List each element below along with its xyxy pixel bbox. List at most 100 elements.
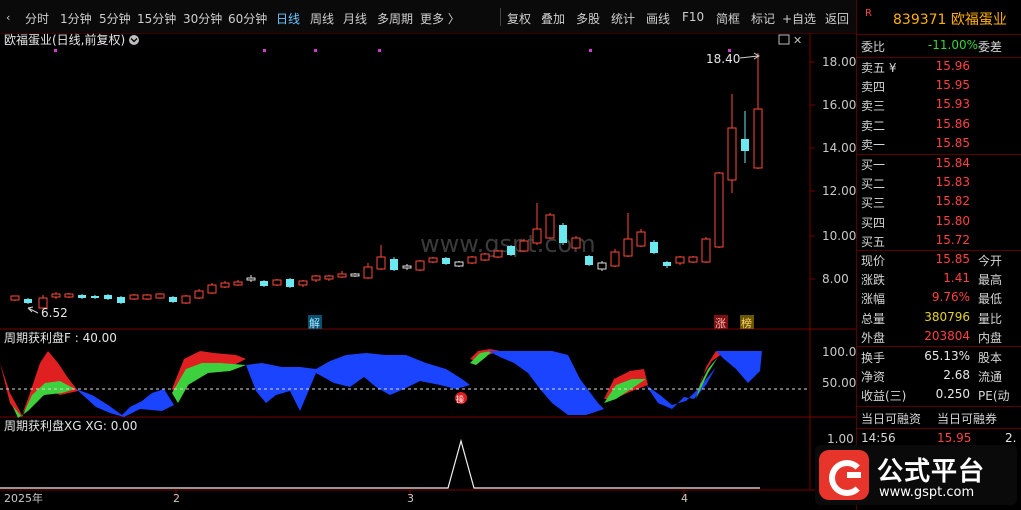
stat-label: 总量 — [861, 311, 886, 326]
quote-panel: R 839371 欧福蛋业 委比 -11.00% 委差 卖五 ¥ 15.96 卖四 1… — [856, 0, 1021, 510]
maximize-pane-icon[interactable] — [778, 34, 790, 45]
close-pane-icon[interactable]: ✕ — [793, 34, 802, 47]
bid-row: 买四 15.80 — [857, 214, 1021, 233]
ask-label: 卖五 ¥ — [861, 61, 897, 75]
bid-label: 买五 — [861, 234, 886, 249]
stat2-row: 换手 65.13% 股本 — [857, 349, 1021, 368]
candle-body — [636, 231, 646, 247]
stat-right-label: 今开 — [978, 254, 1003, 268]
bid-row: 买三 15.82 — [857, 194, 1021, 213]
logo-url: www.gspt.com — [879, 485, 975, 500]
tab-fenshi[interactable]: 分时 — [25, 10, 49, 27]
price-tick: 16.00 — [822, 98, 856, 112]
stat-label: 涨幅 — [861, 292, 886, 307]
stat2-right-label: PE(动 — [978, 389, 1010, 404]
ind2-tick: 1.00 — [827, 432, 854, 446]
tab-30min[interactable]: 30分钟 — [183, 10, 222, 27]
f10-button[interactable]: F10 — [682, 10, 704, 24]
candle-body — [246, 277, 256, 281]
candle-body — [675, 256, 685, 264]
candlesticks — [10, 53, 763, 309]
bid-row: 买五 15.72 — [857, 233, 1021, 252]
candle-body — [532, 228, 542, 244]
indicator-area — [0, 351, 78, 417]
period-toolbar: ‹ 分时 1分钟 5分钟 15分钟 30分钟 60分钟 日线 周线 月线 多周期… — [0, 0, 856, 34]
stat-row: 外盘 203804 内盘 — [857, 329, 1021, 348]
stat2-label: 收益(三) — [861, 389, 907, 404]
bid-value: 15.72 — [935, 232, 970, 247]
tab-5min[interactable]: 5分钟 — [99, 10, 131, 27]
back-button[interactable]: 返回 — [825, 10, 849, 27]
tab-60min[interactable]: 60分钟 — [228, 10, 267, 27]
candle-body — [428, 257, 438, 263]
stat2-row: 收益(三) 0.250 PE(动 — [857, 387, 1021, 406]
chevron-down-icon[interactable] — [129, 35, 139, 45]
tab-weekly[interactable]: 周线 — [310, 10, 334, 27]
tab-more[interactable]: 更多 〉 — [420, 10, 460, 27]
svg-text:涨: 涨 — [715, 317, 726, 330]
collapse-icon[interactable]: ‹ — [6, 11, 10, 24]
candle-body — [207, 284, 217, 294]
candle-body — [741, 139, 749, 151]
ind1-tick: 100.0 — [822, 345, 856, 359]
tab-15min[interactable]: 15分钟 — [137, 10, 176, 27]
candle-body — [610, 251, 620, 267]
fuquan-button[interactable]: 复权 — [507, 10, 531, 27]
kline-chart-area[interactable]: 18.00 16.00 14.00 12.00 10.00 8.00 欧福蛋业(… — [0, 33, 856, 510]
candle-body — [181, 295, 191, 304]
stat2-value: 2.68 — [943, 368, 970, 383]
gspt-logo: 公式平台 www.gspt.com — [815, 445, 1017, 505]
draw-line-button[interactable]: 画线 — [646, 10, 670, 27]
time-label: 2 — [173, 492, 180, 505]
stock-header: R 839371 欧福蛋业 — [857, 0, 1021, 33]
simple-frame-button[interactable]: 简框 — [716, 10, 740, 27]
bid-label: 买一 — [861, 158, 886, 172]
stat-label: 涨跌 — [861, 273, 886, 288]
stat-label: 现价 — [861, 254, 886, 268]
time-label: 4 — [681, 492, 688, 505]
add-watchlist-button[interactable]: +自选 — [782, 10, 816, 27]
stats-button[interactable]: 统计 — [611, 10, 635, 27]
price-tick: 18.00 — [822, 55, 856, 69]
overlay-button[interactable]: 叠加 — [541, 10, 565, 27]
mark-button[interactable]: 标记 — [751, 10, 775, 27]
tab-daily[interactable]: 日线 — [276, 10, 300, 27]
stat2-row: 净资 2.68 流通 — [857, 368, 1021, 387]
candle-body — [545, 214, 555, 239]
low-price-label: 6.52 — [41, 306, 68, 320]
candle-body — [650, 242, 658, 253]
candle-body — [64, 293, 74, 298]
candle-body — [585, 256, 593, 265]
candle-body — [376, 256, 386, 270]
ask-value: 15.96 — [935, 59, 970, 73]
candle-body — [51, 293, 61, 298]
ask-value: 15.95 — [935, 78, 970, 93]
ask-label: 卖二 — [861, 118, 886, 133]
candle-body — [117, 297, 125, 303]
time-label: 2025年 — [4, 491, 43, 505]
candle-body — [507, 246, 515, 255]
ask-row: 卖二 15.86 — [857, 117, 1021, 136]
tab-1min[interactable]: 1分钟 — [60, 10, 92, 27]
price-axis: 18.00 16.00 14.00 12.00 10.00 8.00 — [822, 55, 856, 286]
candle-body — [753, 108, 763, 169]
candle-body — [272, 279, 282, 286]
candle-body — [350, 273, 360, 277]
stat-label: 外盘 — [861, 330, 886, 345]
tab-monthly[interactable]: 月线 — [343, 10, 367, 27]
candle-body — [337, 273, 347, 278]
multi-stock-button[interactable]: 多股 — [576, 10, 600, 27]
candle-body — [727, 127, 737, 181]
stock-code-name[interactable]: 839371 欧福蛋业 — [893, 9, 1007, 29]
stat-right-label: 量比 — [978, 311, 1003, 326]
stat-row: 涨跌 1.41 最高 — [857, 271, 1021, 290]
ask-value: 15.85 — [935, 135, 970, 150]
tab-multi-period[interactable]: 多周期 — [377, 10, 413, 27]
candle-body — [155, 293, 165, 299]
candle-body — [597, 262, 607, 270]
stat-value: 1.41 — [943, 271, 970, 286]
candle-body — [571, 237, 581, 249]
stat2-right-label: 股本 — [978, 351, 1003, 365]
candle-body — [311, 275, 321, 281]
candle-body — [324, 275, 334, 280]
